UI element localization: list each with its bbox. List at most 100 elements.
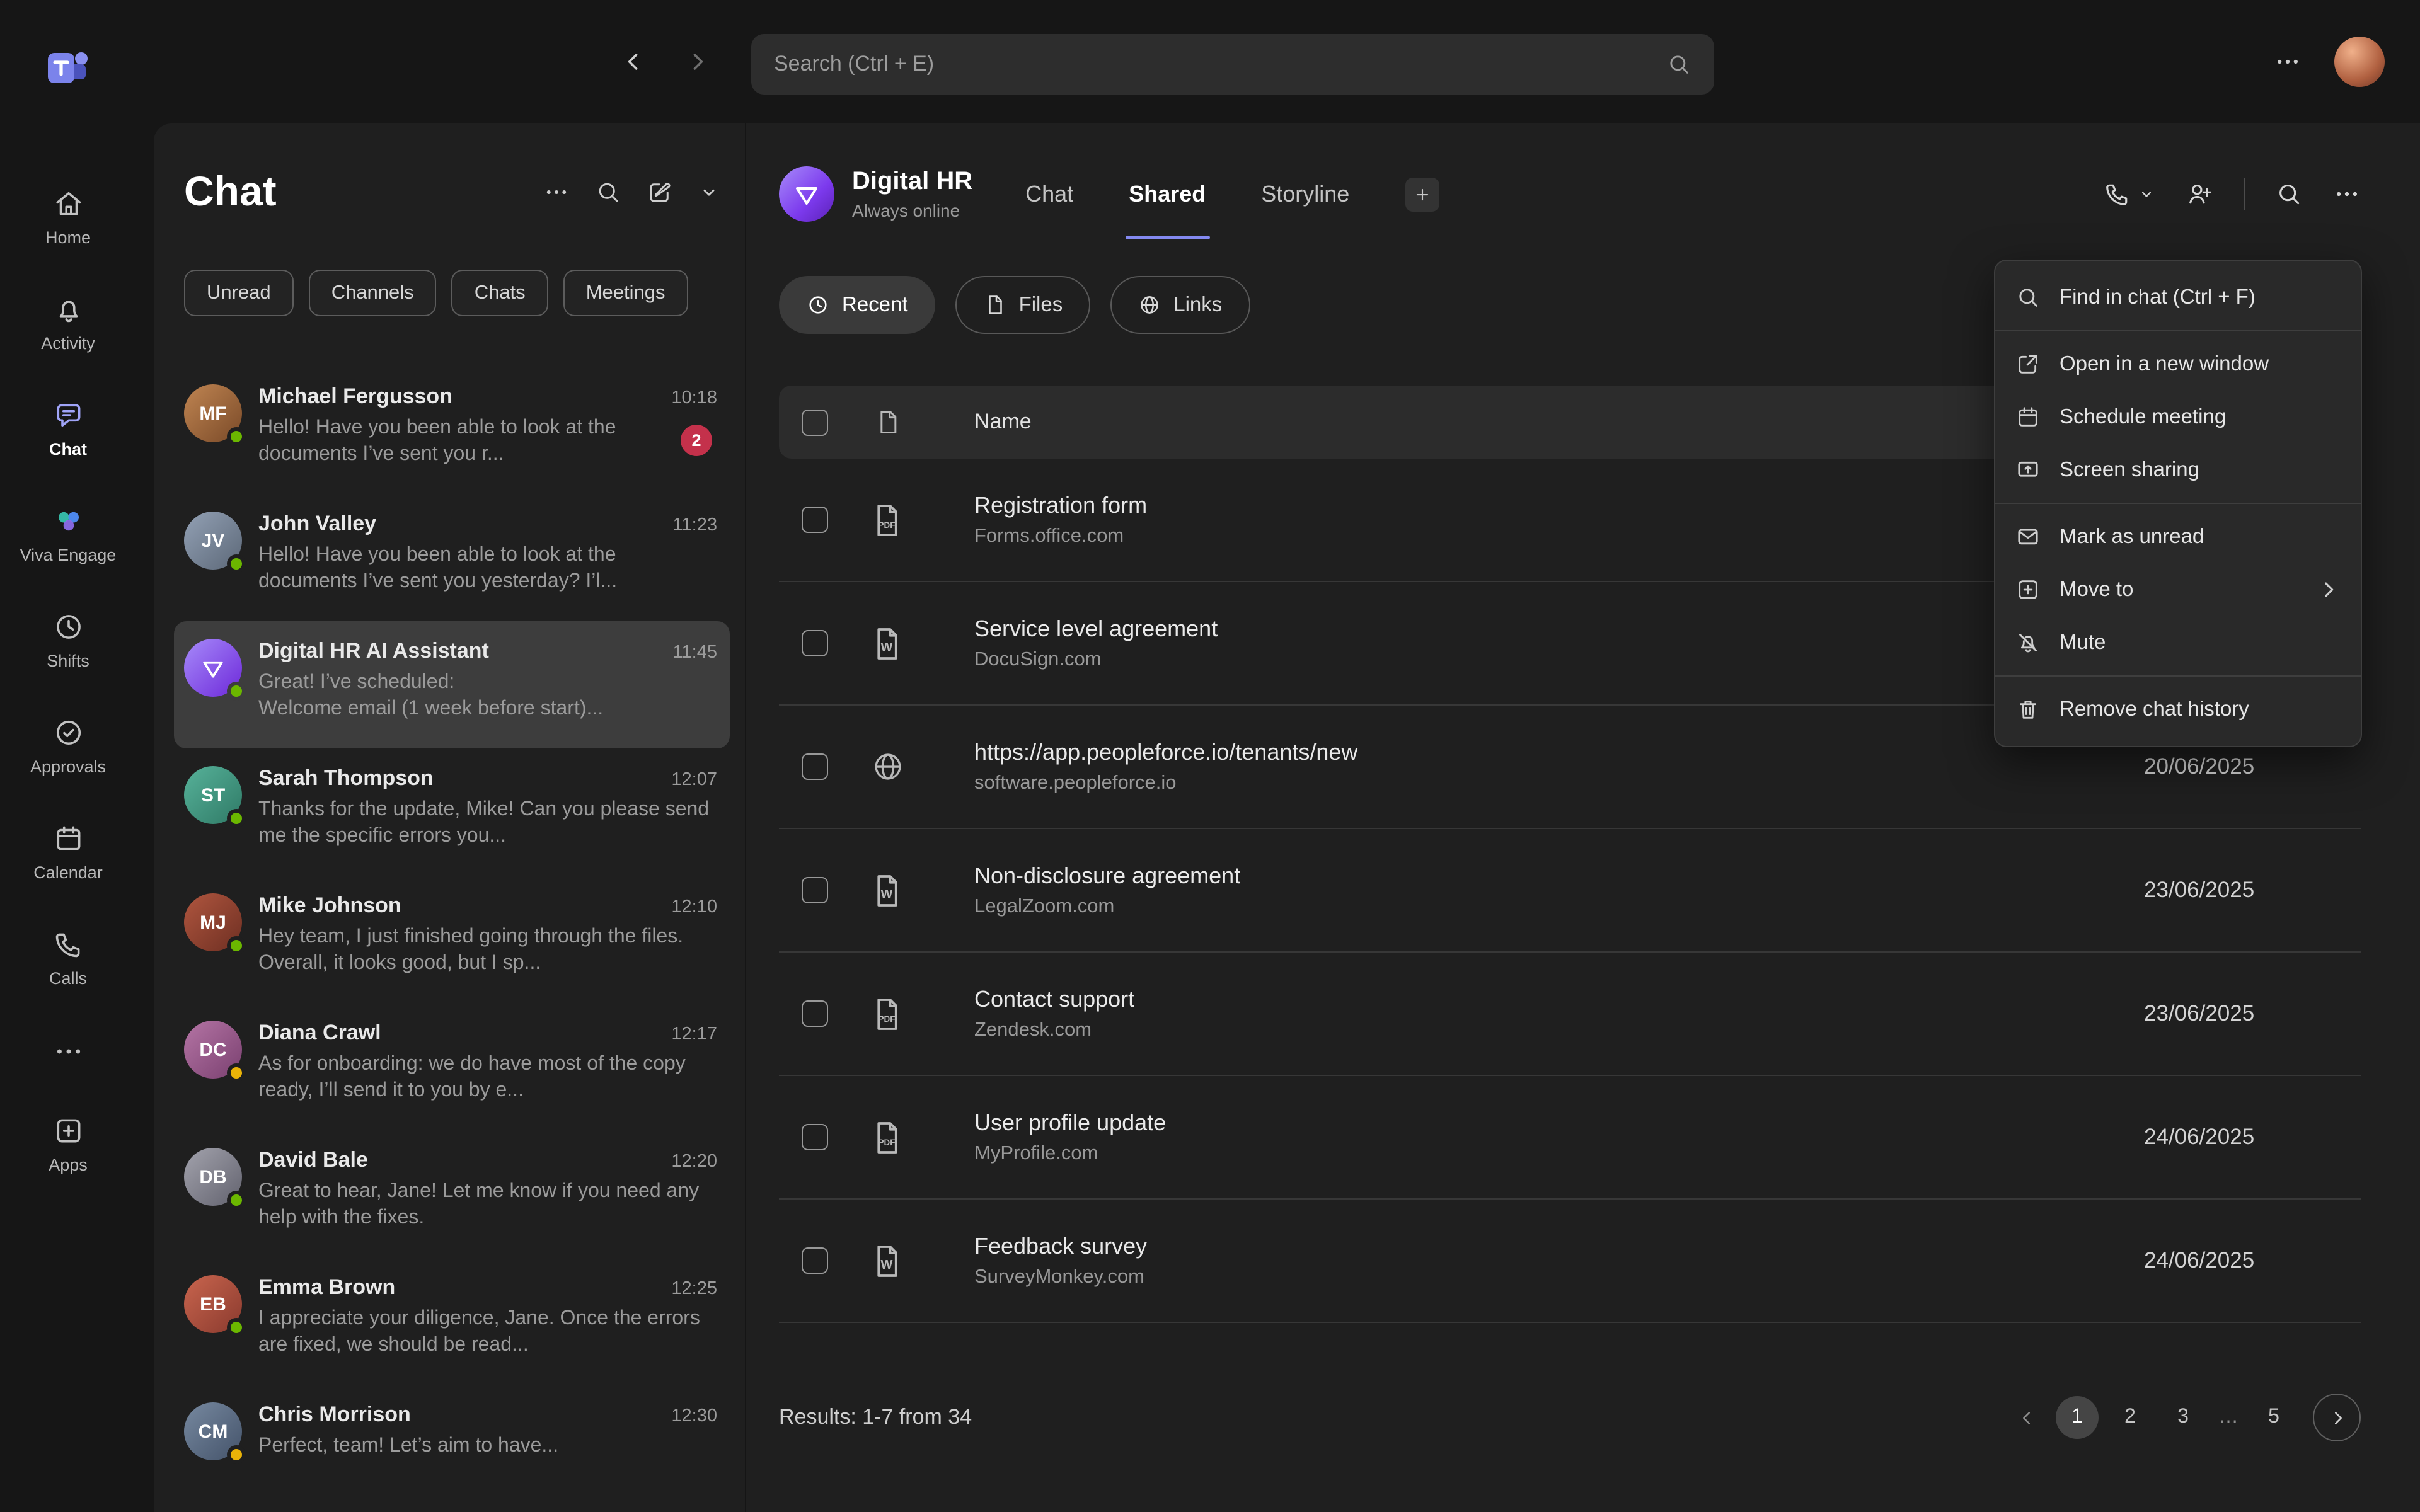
menu-item-open-in-a-new-window[interactable]: Open in a new window [1995,338,2361,391]
call-button[interactable] [2104,180,2155,208]
menu-item-find-in-chat-ctrl-f[interactable]: Find in chat (Ctrl + F) [1995,271,2361,324]
tab-storyline[interactable]: Storyline [1261,123,1349,265]
chevron-left-icon [2016,1407,2037,1428]
file-row[interactable]: PDF User profile update MyProfile.com 24… [779,1076,2361,1200]
filter-chip-chats[interactable]: Chats [452,270,548,316]
file-source: Forms.office.com [974,525,2144,547]
tab-chat[interactable]: Chat [1025,123,1073,265]
rail-item-calendar[interactable]: Calendar [0,799,136,905]
pagination-page-3[interactable]: 3 [2162,1396,2204,1439]
rail-item-activity[interactable]: Activity [0,270,136,375]
conversation-item[interactable]: EB Emma Brown 12:25 I appreciate your di… [174,1257,730,1385]
titlebar-more-button[interactable] [2274,48,2302,76]
conversation-preview: Perfect, team! Let’s aim to have... [258,1433,717,1459]
chat-list-dropdown-button[interactable] [698,181,720,202]
digital-hr-logo-icon [199,654,227,682]
segment-files[interactable]: Files [956,276,1091,334]
chat-list-search-button[interactable] [595,178,621,205]
file-row[interactable]: W Feedback survey SurveyMonkey.com 24/06… [779,1200,2361,1323]
avatar-initials: DB [199,1166,226,1188]
rail-item-more[interactable] [0,1011,136,1091]
segment-recent[interactable]: Recent [779,276,936,334]
svg-text:PDF: PDF [879,520,896,529]
peer-status: Always online [852,200,972,220]
conversation-item[interactable]: MF Michael Fergusson 10:18 Hello! Have y… [174,367,730,494]
rail-item-label: Calls [49,968,87,987]
file-name: Non-disclosure agreement [974,862,2144,889]
avatar: EB [184,1275,242,1333]
file-date: 23/06/2025 [2144,877,2361,903]
conversation-item[interactable]: Digital HR AI Assistant 11:45 Great! I’v… [174,621,730,748]
rail-item-chat[interactable]: Chat [0,375,136,481]
more-icon [52,1035,84,1067]
word-file-icon: W [866,624,909,662]
filter-chip-channels[interactable]: Channels [309,270,437,316]
global-search[interactable] [751,34,1714,94]
pdf-file-icon: PDF [866,1118,909,1156]
teams-logo[interactable] [43,43,93,93]
context-menu: Find in chat (Ctrl + F) Open in a new wi… [1994,260,2362,747]
pagination-page-5[interactable]: 5 [2252,1396,2295,1439]
conversation-name: Michael Fergusson [258,384,452,410]
chevron-right-icon [683,48,711,76]
conversation-item[interactable]: MJ Mike Johnson 12:10 Hey team, I just f… [174,876,730,1003]
file-type-column-icon [866,408,909,436]
conversation-item[interactable]: DC Diana Crawl 12:17 As for onboarding: … [174,1003,730,1130]
conversation-more-button[interactable] [2333,180,2361,208]
conversation-name: Sarah Thompson [258,766,434,791]
rail-item-viva-engage[interactable]: Viva Engage [0,481,136,587]
row-checkbox[interactable] [802,507,828,533]
pagination-page-1[interactable]: 1 [2056,1396,2099,1439]
add-people-button[interactable] [2186,180,2213,208]
pagination-page-2[interactable]: 2 [2109,1396,2152,1439]
file-row[interactable]: W Non-disclosure agreement LegalZoom.com… [779,829,2361,953]
menu-item-remove-chat-history[interactable]: Remove chat history [1995,683,2361,736]
rail-item-calls[interactable]: Calls [0,905,136,1011]
menu-item-mute[interactable]: Mute [1995,616,2361,669]
select-all-checkbox[interactable] [802,409,828,435]
conversation-preview: Thanks for the update, Mike! Can you ple… [258,796,717,849]
add-tab-button[interactable] [1405,177,1439,211]
name-column-header: Name [974,410,1032,435]
chat-list-more-button[interactable] [543,178,570,205]
back-button[interactable] [620,48,648,76]
segment-links[interactable]: Links [1110,276,1250,334]
conversation-search-button[interactable] [2275,180,2303,208]
rail-item-label: Apps [49,1155,88,1174]
word-file-icon: W [866,1242,909,1280]
titlebar-actions [2274,0,2385,123]
conversation-item[interactable]: DB David Bale 12:20 Great to hear, Jane!… [174,1130,730,1257]
row-checkbox[interactable] [802,1000,828,1027]
menu-item-move-to[interactable]: Move to [1995,563,2361,616]
conversation-tabs: Chat Shared Storyline [1025,123,1439,265]
row-checkbox[interactable] [802,877,828,903]
user-avatar[interactable] [2334,37,2385,87]
row-checkbox[interactable] [802,630,828,656]
new-chat-button[interactable] [647,178,673,205]
menu-item-schedule-meeting[interactable]: Schedule meeting [1995,391,2361,444]
filter-chip-unread[interactable]: Unread [184,270,294,316]
menu-item-screen-sharing[interactable]: Screen sharing [1995,444,2361,496]
menu-item-mark-as-unread[interactable]: Mark as unread [1995,510,2361,563]
pagination-next-button[interactable] [2313,1394,2361,1441]
row-checkbox[interactable] [802,753,828,780]
conversation-item[interactable]: JV John Valley 11:23 Hello! Have you bee… [174,494,730,621]
forward-button[interactable] [683,48,711,76]
segment-label: Files [1019,293,1063,317]
conversation-item[interactable]: ST Sarah Thompson 12:07 Thanks for the u… [174,748,730,876]
avatar-initials: ST [201,784,225,806]
row-checkbox[interactable] [802,1124,828,1150]
rail-item-home[interactable]: Home [0,164,136,270]
rail-item-shifts[interactable]: Shifts [0,587,136,693]
file-row[interactable]: PDF Contact support Zendesk.com 23/06/20… [779,953,2361,1076]
search-input[interactable] [774,52,1666,77]
row-checkbox[interactable] [802,1247,828,1274]
pagination-prev-button[interactable] [2008,1396,2046,1439]
avatar-initials: JV [202,530,225,551]
rail-item-apps[interactable]: Apps [0,1091,136,1197]
conversation-item[interactable]: CM Chris Morrison 12:30 Perfect, team! L… [174,1385,730,1512]
rail-item-approvals[interactable]: Approvals [0,693,136,799]
filter-chip-meetings[interactable]: Meetings [563,270,688,316]
tab-shared[interactable]: Shared [1129,123,1206,265]
menu-item-label: Find in chat (Ctrl + F) [2060,285,2256,309]
